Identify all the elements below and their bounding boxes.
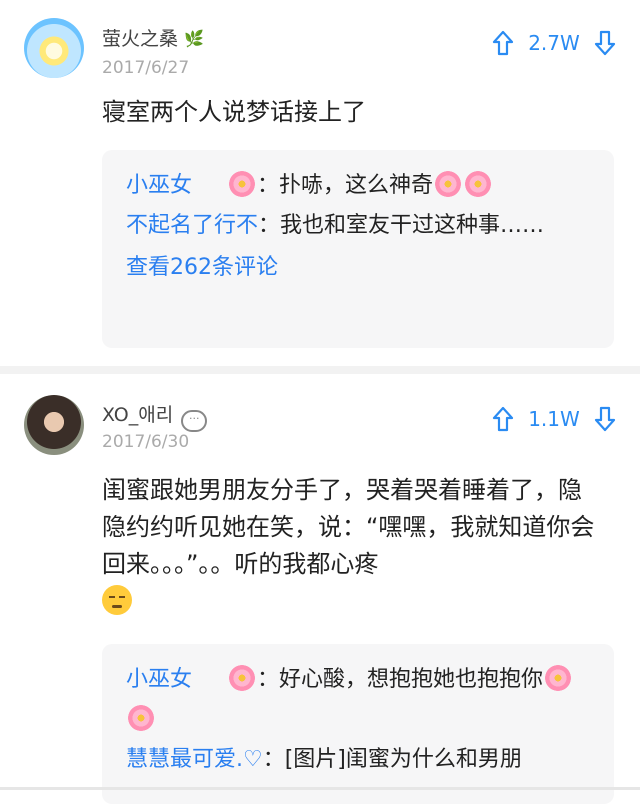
comment-row: 小巫女 ：好心酸，想抱抱她也抱抱你 (126, 660, 590, 740)
user-avatar[interactable] (24, 18, 84, 78)
cherry-blossom-icon (465, 171, 492, 197)
post-date: 2017/6/30 (102, 432, 190, 452)
cherry-blossom-icon (435, 171, 462, 197)
comment-text: ：扑哧，这么神奇 (257, 173, 434, 198)
post-content: 寝室两个人说梦话接上了 (102, 98, 366, 126)
comment-author[interactable]: 小巫女 (126, 667, 192, 692)
comment-row: 不起名了行不：我也和室友干过这种事…… (126, 206, 590, 246)
comment-preview[interactable]: 小巫女 ：扑哧，这么神奇 不起名了行不：我也和室友干过这种事…… 查看262条评… (102, 150, 614, 348)
user-avatar[interactable] (24, 395, 84, 455)
speech-bubble-icon: ··· (181, 410, 208, 432)
comment-author[interactable]: 慧慧最可爱.♡ (126, 747, 263, 772)
post-card: 萤火之桑 🌿 2017/6/27 2.7W 寝室两个人说梦话接上了 小巫女 ：扑哧… (0, 0, 640, 366)
comment-preview[interactable]: 小巫女 ：好心酸，想抱抱她也抱抱你 慧慧最可爱.♡：[图片]闺蜜为什么和男朋 (102, 644, 614, 804)
vote-count: 1.1W (528, 407, 580, 431)
upvote-icon[interactable] (492, 406, 514, 432)
cherry-blossom-icon (128, 705, 154, 731)
vote-control: 1.1W (492, 404, 616, 434)
view-all-comments-link[interactable]: 查看262条评论 (126, 248, 590, 288)
cherry-blossom-icon (229, 665, 256, 691)
post-content: 闺蜜跟她男朋友分手了，哭着哭着睡着了，隐隐约约听见她在笑，说：“嘿嘿，我就知道你… (102, 472, 604, 620)
comment-author[interactable]: 不起名了行不 (126, 213, 258, 238)
post-card: XO_애리 ··· 2017/6/30 1.1W 闺蜜跟她男朋友分手了，哭着哭着睡… (0, 374, 640, 804)
upvote-icon[interactable] (492, 30, 514, 56)
username-text[interactable]: XO_애리 (102, 404, 173, 426)
comment-row: 小巫女 ：扑哧，这么神奇 (126, 166, 590, 206)
downvote-icon[interactable] (594, 30, 616, 56)
post-date: 2017/6/27 (102, 58, 190, 78)
comment-row: 慧慧最可爱.♡：[图片]闺蜜为什么和男朋 (126, 740, 590, 780)
username[interactable]: XO_애리 ··· (102, 400, 208, 432)
username-text[interactable]: 萤火之桑 (102, 28, 178, 50)
post-content-text: 闺蜜跟她男朋友分手了，哭着哭着睡着了，隐隐约约听见她在笑，说：“嘿嘿，我就知道你… (102, 476, 595, 578)
comment-author[interactable]: 小巫女 (126, 173, 192, 198)
cherry-blossom-icon (229, 171, 256, 197)
vote-control: 2.7W (492, 28, 616, 58)
username[interactable]: 萤火之桑 🌿 (102, 24, 204, 51)
post-divider (0, 366, 640, 374)
cherry-blossom-icon (545, 665, 572, 691)
leaf-icon: 🌿 (184, 29, 204, 48)
comment-text: ：[图片]闺蜜为什么和男朋 (262, 747, 522, 772)
pensive-face-icon (102, 585, 132, 615)
downvote-icon[interactable] (594, 406, 616, 432)
comment-text: ：好心酸，想抱抱她也抱抱你 (257, 667, 544, 692)
vote-count: 2.7W (528, 31, 580, 55)
comment-text: ：我也和室友干过这种事…… (258, 213, 545, 238)
